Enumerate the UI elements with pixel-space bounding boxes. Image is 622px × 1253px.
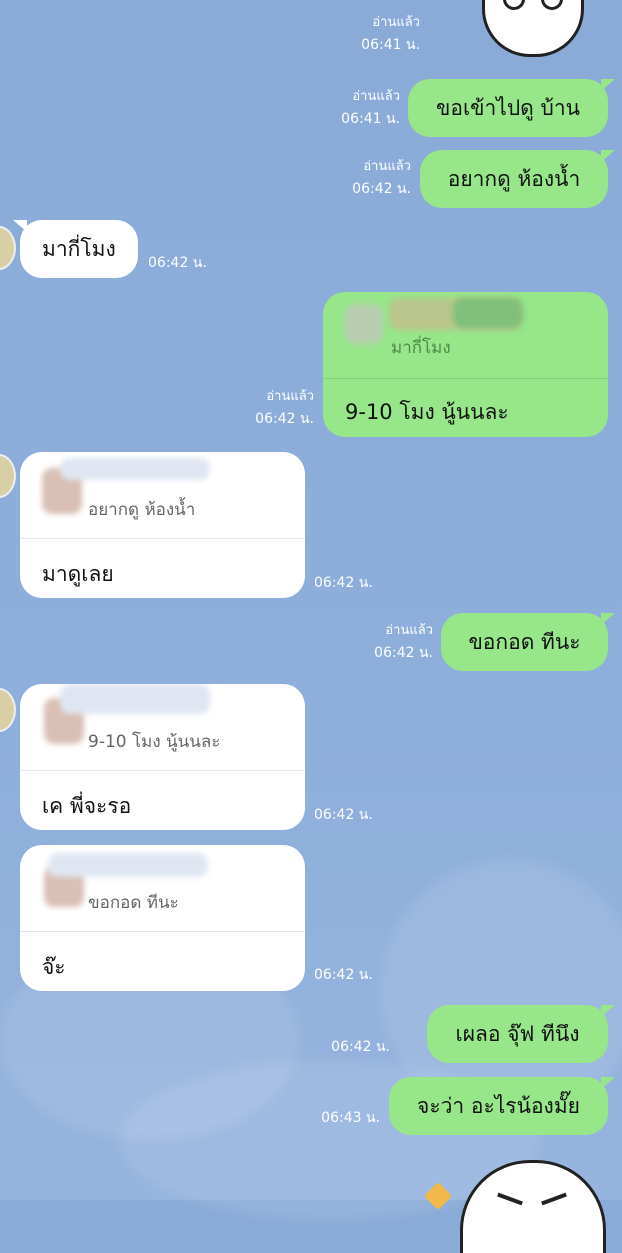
message-time: 06:42 น.	[314, 967, 373, 983]
read-status: อ่านแล้ว	[352, 89, 400, 104]
read-status: อ่านแล้ว	[372, 15, 420, 30]
message-text: 9-10 โมง นู้นนละ	[345, 400, 509, 424]
incoming-message-bubble[interactable]: มากี่โมง	[13, 220, 138, 278]
incoming-reply-bubble[interactable]: อยากดู ห้องน้ำ มาดูเลย	[20, 452, 305, 598]
quoted-text: มากี่โมง	[391, 338, 451, 358]
contact-avatar[interactable]	[0, 226, 16, 270]
redacted-name	[48, 853, 208, 877]
message-time: 06:42 น.	[255, 411, 314, 427]
sticker-face-icon[interactable]	[482, 0, 584, 57]
message-meta: อ่านแล้ว 06:42 น.	[352, 156, 411, 200]
redacted-name	[60, 684, 210, 714]
message-text: มากี่โมง	[42, 236, 116, 261]
quoted-text: อยากดู ห้องน้ำ	[88, 500, 196, 520]
read-status: อ่านแล้ว	[266, 389, 314, 404]
message-time: 06:42 น.	[352, 181, 411, 197]
incoming-reply-bubble[interactable]: ขอกอด ทีนะ จ๊ะ	[20, 845, 305, 991]
message-text: จะว่า อะไรน้องมั๊ย	[417, 1093, 580, 1118]
quoted-message[interactable]: อยากดู ห้องน้ำ	[20, 452, 305, 539]
message-text: มาดูเลย	[42, 562, 114, 586]
outgoing-message-bubble[interactable]: อยากดู ห้องน้ำ	[420, 150, 615, 208]
message-time: 06:42 น.	[314, 807, 373, 823]
message-meta: อ่านแล้ว 06:42 น.	[374, 620, 433, 664]
message-text: ขอเข้าไปดู บ้าน	[436, 95, 580, 120]
read-status: อ่านแล้ว	[385, 623, 433, 638]
message-time: 06:42 น.	[314, 575, 373, 591]
message-time: 06:41 น.	[361, 37, 420, 53]
outgoing-reply-bubble[interactable]: มากี่โมง 9-10 โมง นู้นนละ	[323, 292, 608, 437]
quoted-text: ขอกอด ทีนะ	[88, 893, 179, 913]
message-meta: อ่านแล้ว 06:41 น.	[341, 86, 400, 130]
outgoing-message-bubble[interactable]: จะว่า อะไรน้องมั๊ย	[389, 1077, 615, 1135]
outgoing-message-bubble[interactable]: เผลอ จุ๊ฟ ทีนึง	[427, 1005, 615, 1063]
message-time: 06:42 น.	[331, 1039, 390, 1055]
contact-avatar[interactable]	[0, 454, 16, 498]
redacted-name	[453, 298, 523, 328]
redacted-avatar	[345, 304, 383, 344]
outgoing-message-bubble[interactable]: ขอเข้าไปดู บ้าน	[408, 79, 615, 137]
message-text: เค พี่จะรอ	[42, 794, 132, 818]
message-time: 06:43 น.	[321, 1110, 380, 1126]
message-text: จ๊ะ	[42, 955, 66, 979]
message-meta: อ่านแล้ว 06:41 น.	[361, 12, 420, 56]
message-time: 06:42 น.	[374, 645, 433, 661]
message-text: อยากดู ห้องน้ำ	[447, 166, 581, 191]
quoted-message[interactable]: 9-10 โมง นู้นนละ	[20, 684, 305, 771]
quoted-message[interactable]: มากี่โมง	[323, 292, 608, 379]
quoted-message[interactable]: ขอกอด ทีนะ	[20, 845, 305, 932]
message-text: เผลอ จุ๊ฟ ทีนึง	[455, 1021, 580, 1046]
read-status: อ่านแล้ว	[363, 159, 411, 174]
outgoing-message-bubble[interactable]: ขอกอด ทีนะ	[441, 613, 615, 671]
message-text: ขอกอด ทีนะ	[468, 629, 581, 654]
message-time: 06:41 น.	[341, 111, 400, 127]
message-meta: อ่านแล้ว 06:42 น.	[255, 386, 314, 430]
redacted-name	[60, 458, 210, 480]
quoted-text: 9-10 โมง นู้นนละ	[88, 732, 221, 752]
chat-area[interactable]: อ่านแล้ว 06:41 น. อ่านแล้ว 06:41 น. ขอเข…	[0, 0, 622, 1253]
contact-avatar[interactable]	[0, 688, 16, 732]
message-time: 06:42 น.	[148, 255, 207, 271]
incoming-reply-bubble[interactable]: 9-10 โมง นู้นนละ เค พี่จะรอ	[20, 684, 305, 830]
